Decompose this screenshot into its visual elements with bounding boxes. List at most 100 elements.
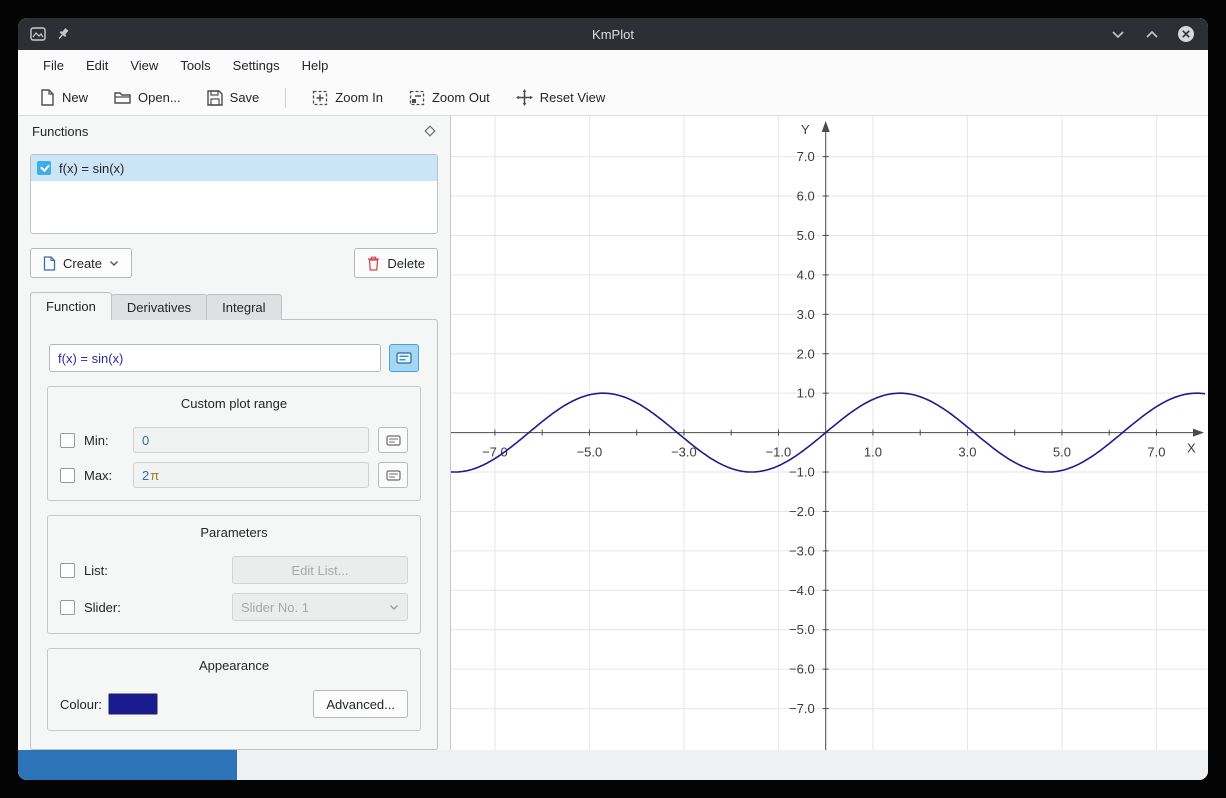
statusbar [18,750,1208,780]
equation-input[interactable] [49,344,381,372]
toolbar: New Open... Save Zoom In [18,80,1208,116]
svg-text:1.0: 1.0 [797,386,815,401]
advanced-button[interactable]: Advanced... [313,690,408,718]
svg-text:5.0: 5.0 [1053,445,1071,460]
edit-list-button[interactable]: Edit List... [232,556,408,584]
save-icon [207,90,223,106]
chevron-down-icon [1111,30,1125,39]
max-input[interactable]: 2π [133,462,369,488]
max-editor-button[interactable] [378,462,408,488]
svg-text:2.0: 2.0 [797,346,815,361]
svg-text:5.0: 5.0 [797,228,815,243]
parameter-slider-label: Slider: [84,600,223,615]
svg-text:4.0: 4.0 [797,267,815,282]
svg-text:−2.0: −2.0 [789,504,815,519]
functions-panel-title: Functions [32,124,88,139]
min-input[interactable] [133,427,369,453]
colour-label: Colour: [60,697,102,712]
svg-text:−5.0: −5.0 [577,445,603,460]
slider-select[interactable]: Slider No. 1 [232,593,408,621]
function-visible-checkbox[interactable] [37,161,51,175]
close-button[interactable] [1176,24,1196,44]
kmplot-window: KmPlot File Edit View Tools Settings Hel… [18,18,1208,780]
appearance-group: Appearance Colour: Advanced... [47,648,421,731]
svg-text:−5.0: −5.0 [789,622,815,637]
create-button[interactable]: Create [30,248,132,278]
max-label: Max: [84,468,124,483]
parameter-list-label: List: [84,563,223,578]
custom-plot-range-group: Custom plot range Min: [47,386,421,501]
tab-derivatives[interactable]: Derivatives [111,294,207,320]
svg-text:1.0: 1.0 [864,445,882,460]
plot-canvas[interactable]: −7.0−5.0−3.0−1.01.03.05.07.07.06.05.04.0… [451,116,1207,750]
chevron-down-icon [109,260,119,267]
chevron-up-icon [1145,30,1159,39]
formula-editor-icon [386,470,401,481]
parameters-group: Parameters List: Edit List... Slider: Sl… [47,515,421,634]
function-list-item[interactable]: f(x) = sin(x) [31,155,437,181]
svg-text:−3.0: −3.0 [671,445,697,460]
svg-text:3.0: 3.0 [958,445,976,460]
statusbar-segment [18,750,237,780]
window-title: KmPlot [18,27,1208,42]
tab-function[interactable]: Function [30,292,112,320]
equation-editor-icon [396,352,412,364]
zoom-in-icon [312,90,328,106]
colour-swatch[interactable] [108,693,158,715]
function-tab-panel: Custom plot range Min: [30,319,438,750]
function-item-label: f(x) = sin(x) [59,161,124,176]
custom-plot-range-title: Custom plot range [60,393,408,418]
plot-area[interactable]: −7.0−5.0−3.0−1.01.03.05.07.07.06.05.04.0… [451,116,1208,750]
max-checkbox[interactable] [60,468,75,483]
zoom-out-button[interactable]: Zoom Out [401,86,498,110]
parameter-slider-checkbox[interactable] [60,600,75,615]
chevron-down-icon [389,604,399,611]
svg-text:−1.0: −1.0 [789,465,815,480]
menu-view[interactable]: View [119,53,169,77]
svg-text:−1.0: −1.0 [766,445,792,460]
pin-icon[interactable] [56,27,70,41]
delete-button[interactable]: Delete [354,248,438,278]
open-button[interactable]: Open... [106,86,189,109]
reset-view-button[interactable]: Reset View [508,85,614,110]
titlebar[interactable]: KmPlot [18,18,1208,50]
zoom-in-button[interactable]: Zoom In [304,86,391,110]
parameters-title: Parameters [60,522,408,547]
new-button[interactable]: New [32,85,96,110]
function-tabs: Function Derivatives Integral [30,294,450,320]
svg-text:7.0: 7.0 [797,149,815,164]
menu-help[interactable]: Help [291,53,340,77]
toolbar-separator [285,88,286,108]
menu-file[interactable]: File [32,53,75,77]
svg-text:−4.0: −4.0 [789,583,815,598]
min-editor-button[interactable] [378,427,408,453]
tab-integral[interactable]: Integral [206,294,281,320]
menu-tools[interactable]: Tools [169,53,221,77]
trash-icon [367,256,380,271]
folder-icon [114,90,131,105]
save-button[interactable]: Save [199,86,268,110]
svg-text:3.0: 3.0 [797,307,815,322]
close-icon [1177,25,1195,43]
maximize-button[interactable] [1142,24,1162,44]
menu-edit[interactable]: Edit [75,53,119,77]
formula-editor-icon [386,435,401,446]
function-list[interactable]: f(x) = sin(x) [30,154,438,234]
min-label: Min: [84,433,124,448]
min-checkbox[interactable] [60,433,75,448]
menubar: File Edit View Tools Settings Help [18,50,1208,80]
create-document-icon [43,256,56,271]
equation-editor-button[interactable] [389,344,419,372]
svg-text:X: X [1187,441,1196,456]
functions-panel-header[interactable]: Functions [18,116,450,146]
svg-text:−7.0: −7.0 [789,701,815,716]
reset-view-icon [516,89,533,106]
functions-panel: Functions f(x) = sin(x) Create [18,116,451,750]
parameter-list-checkbox[interactable] [60,563,75,578]
menu-settings[interactable]: Settings [222,53,291,77]
svg-text:Y: Y [801,122,810,137]
shade-button[interactable] [1108,24,1128,44]
svg-text:7.0: 7.0 [1147,445,1165,460]
appearance-title: Appearance [60,655,408,680]
dock-float-icon[interactable] [424,125,436,137]
